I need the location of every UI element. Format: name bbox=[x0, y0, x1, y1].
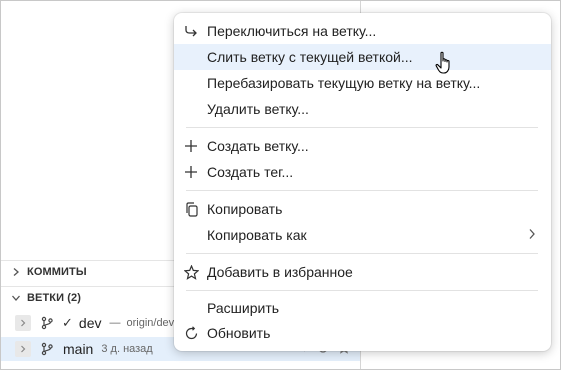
window: КОММИТЫ ВЕТКИ (2) ✓ dev — origin/dev mai… bbox=[0, 0, 561, 370]
menu-item-label: Переключиться на ветку... bbox=[207, 23, 377, 39]
current-branch-check: ✓ bbox=[62, 315, 73, 330]
menu-item-label: Слить ветку с текущей веткой... bbox=[207, 49, 413, 65]
menu-item-create-tag[interactable]: Создать тег... bbox=[174, 159, 551, 185]
hand-pointer-cursor-icon bbox=[435, 51, 455, 78]
expand-toggle-icon[interactable] bbox=[15, 341, 31, 357]
menu-item-label: Создать тег... bbox=[207, 164, 294, 180]
chevron-right-icon bbox=[527, 228, 537, 243]
menu-item-delete-branch[interactable]: Удалить ветку... bbox=[174, 96, 551, 122]
commits-section-title: КОММИТЫ bbox=[27, 266, 87, 278]
branch-separator: — bbox=[109, 317, 121, 329]
menu-item-label: Добавить в избранное bbox=[207, 264, 353, 280]
branch-date: 3 д. назад bbox=[101, 343, 153, 355]
chevron-down-icon bbox=[7, 293, 25, 303]
git-branch-icon bbox=[39, 341, 55, 357]
menu-item-copy[interactable]: Копировать bbox=[174, 196, 551, 222]
plus-icon bbox=[182, 137, 200, 155]
menu-divider bbox=[186, 253, 538, 254]
plus-icon bbox=[182, 163, 200, 181]
menu-item-label: Создать ветку... bbox=[207, 138, 309, 154]
refresh-icon bbox=[182, 324, 200, 342]
menu-item-label: Обновить bbox=[207, 325, 271, 341]
copy-icon bbox=[182, 200, 200, 218]
menu-item-refresh[interactable]: Обновить bbox=[174, 320, 551, 346]
branches-section-title: ВЕТКИ (2) bbox=[27, 292, 82, 304]
branch-name: main bbox=[63, 341, 94, 357]
menu-item-expand[interactable]: Расширить bbox=[174, 295, 551, 321]
branch-context-menu: Переключиться на ветку... Слить ветку с … bbox=[174, 13, 551, 351]
menu-item-create-branch[interactable]: Создать ветку... bbox=[174, 133, 551, 159]
menu-item-add-favorite[interactable]: Добавить в избранное bbox=[174, 259, 551, 285]
expand-toggle-icon[interactable] bbox=[15, 315, 31, 331]
menu-item-switch-branch[interactable]: Переключиться на ветку... bbox=[174, 18, 551, 44]
branch-name: dev bbox=[78, 315, 102, 331]
git-branch-icon bbox=[39, 315, 55, 331]
menu-divider bbox=[186, 290, 538, 291]
menu-item-rebase-branch[interactable]: Перебазировать текущую ветку на ветку... bbox=[174, 70, 551, 96]
menu-item-label: Расширить bbox=[207, 300, 280, 316]
chevron-right-icon bbox=[7, 267, 25, 277]
menu-item-copy-as[interactable]: Копировать как bbox=[174, 222, 551, 248]
menu-item-label: Удалить ветку... bbox=[207, 101, 309, 117]
menu-item-merge-branch[interactable]: Слить ветку с текущей веткой... bbox=[174, 44, 551, 70]
menu-item-label: Копировать bbox=[207, 201, 283, 217]
star-icon bbox=[182, 263, 200, 281]
menu-divider bbox=[186, 190, 538, 191]
menu-divider bbox=[186, 127, 538, 128]
switch-arrow-icon bbox=[182, 22, 200, 40]
branch-upstream: origin/dev bbox=[126, 317, 175, 329]
menu-item-label: Копировать как bbox=[207, 227, 307, 243]
